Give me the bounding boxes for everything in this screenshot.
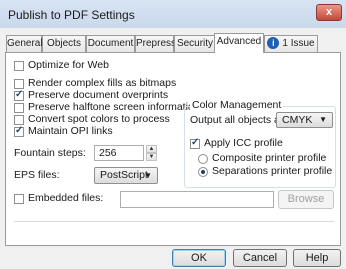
convert-spot-colors-label: Convert spot colors to process [28, 113, 170, 125]
tab-label: 1 Issue [282, 38, 315, 49]
maintain-opi-checkbox[interactable] [14, 125, 24, 137]
preserve-overprints-label: Preserve document overprints [28, 89, 169, 101]
title-bar[interactable]: Publish to PDF Settings x [0, 0, 346, 28]
render-complex-fills-label: Render complex fills as bitmaps [28, 77, 177, 89]
advanced-panel: Optimize for Web Render complex fills as… [5, 52, 341, 246]
dialog-body: General Objects Document Prepress Securi… [0, 28, 346, 269]
output-objects-value: CMYK [282, 114, 313, 126]
embedded-files-input[interactable] [120, 191, 274, 208]
maintain-opi-label: Maintain OPI links [28, 125, 113, 137]
render-complex-fills-checkbox[interactable] [14, 79, 24, 89]
composite-profile-radio[interactable] [198, 154, 208, 164]
fountain-steps-input[interactable]: 256 [94, 145, 144, 161]
fountain-steps-up-button[interactable]: ▲ [146, 145, 157, 153]
embedded-files-checkbox[interactable] [14, 194, 24, 204]
dialog-window: Publish to PDF Settings x General Object… [0, 0, 346, 269]
tab-label: Security [176, 38, 214, 49]
tab-label: Prepress [136, 38, 177, 49]
close-icon: x [325, 6, 333, 18]
tab-label: Objects [47, 38, 81, 49]
tab-general[interactable]: General [6, 35, 43, 52]
chevron-down-icon: ▼ [144, 171, 152, 180]
cancel-button[interactable]: Cancel [233, 249, 287, 267]
fountain-steps-label: Fountain steps: [14, 147, 86, 159]
window-title: Publish to PDF Settings [8, 8, 135, 22]
close-button[interactable]: x [316, 4, 342, 21]
optimize-web-checkbox[interactable] [14, 61, 24, 71]
panel-divider [14, 221, 334, 222]
separations-profile-radio[interactable] [198, 167, 208, 177]
convert-spot-colors-checkbox[interactable] [14, 115, 24, 125]
optimize-web-label: Optimize for Web [28, 59, 109, 71]
tab-prepress[interactable]: Prepress [135, 35, 177, 52]
tab-document[interactable]: Document [86, 35, 135, 52]
fountain-steps-down-button[interactable]: ▼ [146, 153, 157, 161]
info-icon: i [267, 37, 280, 50]
output-objects-select[interactable]: CMYK ▼ [276, 112, 333, 128]
preserve-halftone-checkbox[interactable] [14, 103, 24, 113]
tab-advanced[interactable]: Advanced [214, 33, 264, 53]
color-management-title: Color Management [190, 99, 284, 111]
browse-button[interactable]: Browse [278, 190, 334, 209]
help-button[interactable]: Help [293, 249, 341, 267]
preserve-overprints-checkbox[interactable] [14, 89, 24, 101]
separations-profile-label: Separations printer profile [212, 165, 333, 177]
eps-files-select[interactable]: PostScript ▼ [94, 167, 158, 184]
chevron-down-icon: ▼ [319, 115, 327, 124]
apply-icc-label: Apply ICC profile [204, 137, 283, 149]
preserve-halftone-label: Preserve halftone screen information [28, 101, 200, 113]
apply-icc-checkbox[interactable] [190, 137, 200, 149]
eps-files-value: PostScript [100, 169, 148, 181]
output-objects-label: Output all objects as: [190, 114, 289, 126]
tab-objects[interactable]: Objects [42, 35, 86, 52]
tab-label: Advanced [216, 36, 262, 47]
ok-button[interactable]: OK [172, 249, 226, 267]
tab-issues[interactable]: i1 Issue [264, 35, 318, 52]
tab-label: General [7, 38, 43, 49]
embedded-files-label: Embedded files: [28, 192, 104, 204]
eps-files-label: EPS files: [14, 169, 60, 181]
composite-profile-label: Composite printer profile [212, 152, 327, 164]
tab-security[interactable]: Security [174, 35, 216, 52]
tab-label: Document [87, 38, 134, 49]
